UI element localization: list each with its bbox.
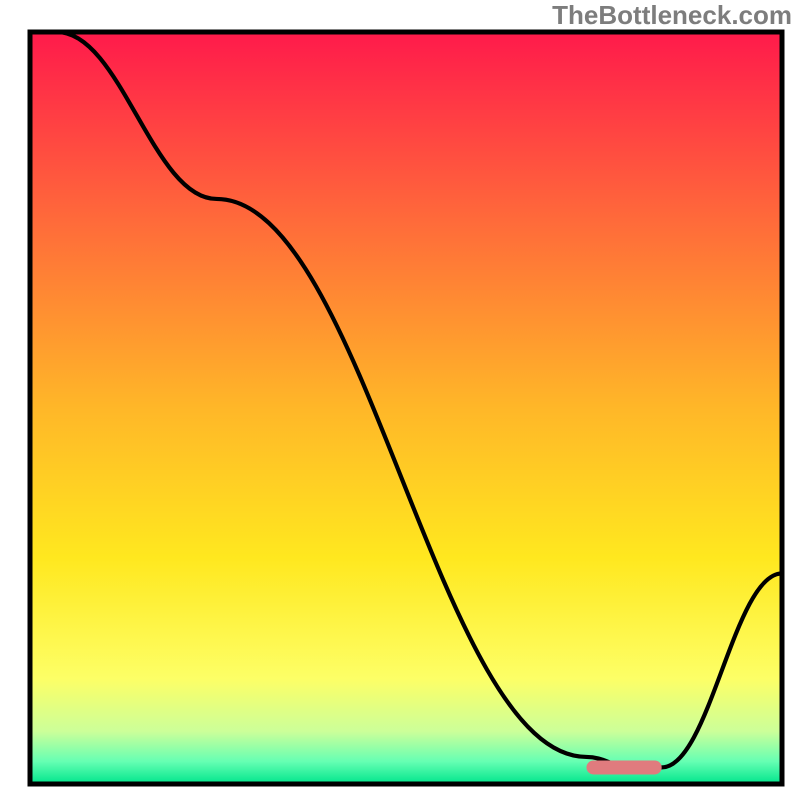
optimal-marker <box>586 760 661 774</box>
watermark-text: TheBottleneck.com <box>552 0 792 31</box>
chart-stage: TheBottleneck.com <box>0 0 800 800</box>
bottleneck-chart <box>0 0 800 800</box>
plot-background <box>30 32 782 784</box>
